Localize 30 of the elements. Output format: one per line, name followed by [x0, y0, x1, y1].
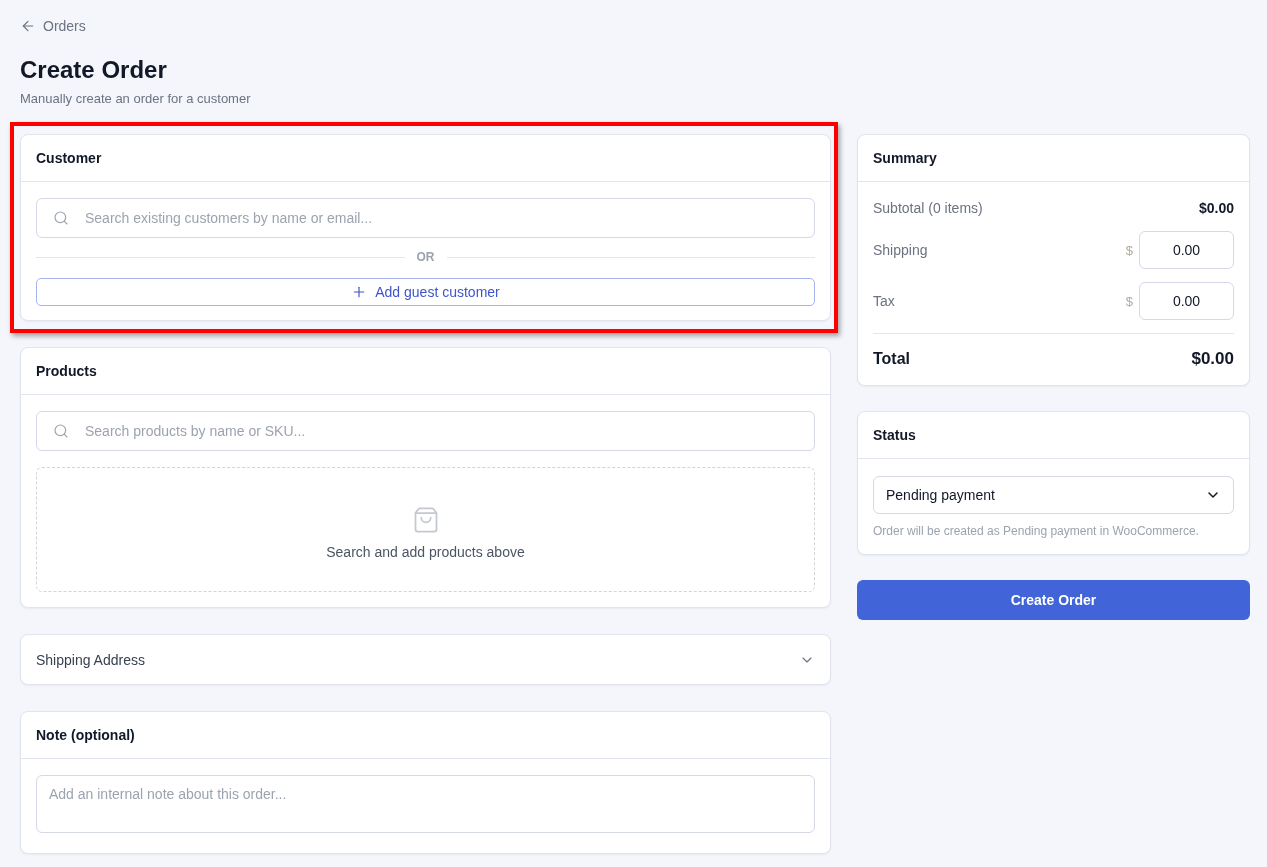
summary-value: $0.00 [1198, 200, 1234, 216]
status-select[interactable]: Pending payment [873, 476, 1234, 514]
add-guest-button[interactable]: Add guest customer [36, 278, 815, 306]
card-title: Status [873, 427, 916, 443]
currency-symbol: $ [1125, 293, 1133, 309]
amount-input[interactable]: 0.00 [1139, 231, 1234, 269]
card-title: Summary [873, 150, 937, 166]
note-textarea[interactable]: Add an internal note about this order... [36, 775, 815, 833]
amount-input[interactable]: 0.00 [1139, 282, 1234, 320]
card-title: Customer [36, 150, 102, 166]
page-subtitle: Manually create an order for a customer [20, 90, 252, 108]
summary-label: Shipping [873, 242, 929, 258]
card-title: Products [36, 363, 97, 379]
status-hint: Order will be created as Pending payment in WooCommerce. [873, 523, 1200, 539]
total-label: Total [873, 350, 912, 368]
back-link[interactable]: Orders [20, 16, 86, 36]
empty-state-text: Search and add products above [326, 543, 525, 560]
summary-label: Subtotal (0 items) [873, 200, 984, 216]
search-icon [53, 423, 69, 439]
shipping-address-toggle[interactable]: Shipping Address [20, 634, 831, 685]
search-field[interactable]: Search products by name or SKU... [36, 411, 815, 451]
card-title: Note (optional) [36, 727, 135, 743]
page-title: Create Order [20, 55, 168, 85]
search-field[interactable]: Search existing customers by name or email... [36, 198, 815, 238]
summary-label: Tax [873, 293, 896, 309]
total-value: $0.00 [1191, 349, 1234, 369]
currency-symbol: $ [1125, 242, 1133, 258]
create-order-button[interactable]: Create Order [857, 580, 1250, 620]
divider-label: OR [416, 250, 435, 264]
search-icon [53, 210, 69, 226]
